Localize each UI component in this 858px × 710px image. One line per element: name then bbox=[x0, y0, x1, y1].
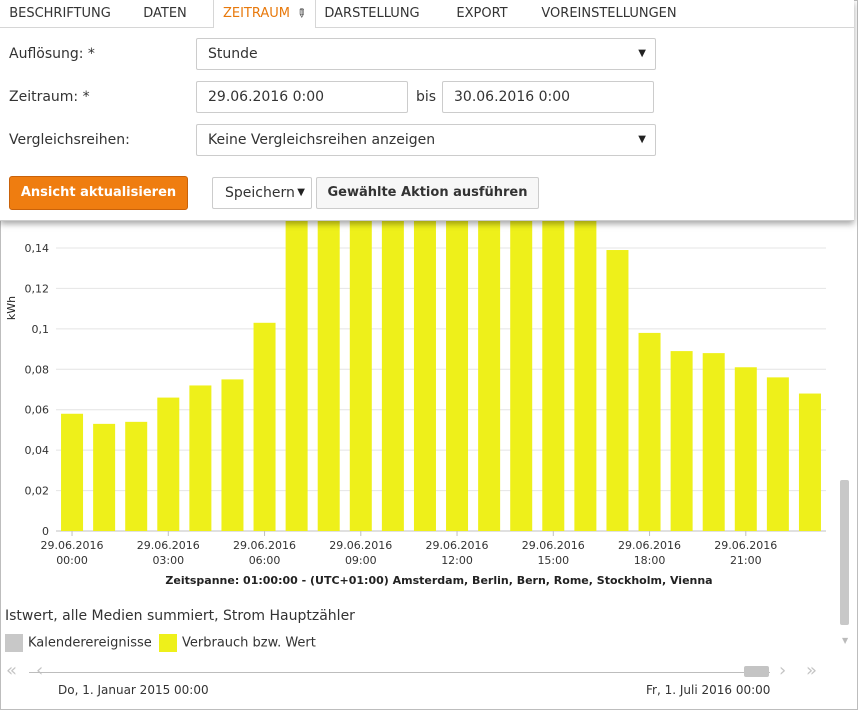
navigator-track bbox=[29, 672, 770, 673]
chevron-down-icon: ▼ bbox=[638, 134, 646, 145]
vertical-scrollbar[interactable] bbox=[840, 480, 849, 625]
x-tick-date-label: 29.06.2016 bbox=[522, 539, 585, 552]
zeitraum-from-input[interactable]: 29.06.2016 0:00 bbox=[196, 81, 408, 113]
bar-22:00[interactable] bbox=[766, 377, 789, 531]
bar-04:00[interactable] bbox=[189, 385, 212, 531]
save-action-select[interactable]: Speichern ▼ bbox=[212, 177, 312, 209]
pin-icon: ✎ bbox=[292, 4, 310, 22]
settings-panel: BESCHRIFTUNG DATEN ZEITRAUM ✎ DARSTELLUNG… bbox=[0, 0, 854, 221]
aufloesung-select[interactable]: Stunde ▼ bbox=[196, 38, 656, 70]
double-chevron-right-icon[interactable]: » bbox=[806, 660, 817, 681]
bar-08:00[interactable] bbox=[317, 207, 340, 532]
x-tick-time-label: 21:00 bbox=[730, 554, 762, 567]
bar-12:00[interactable] bbox=[446, 207, 469, 532]
x-tick-date-label: 29.06.2016 bbox=[137, 539, 200, 552]
chevron-down-icon: ▼ bbox=[297, 187, 305, 198]
tab-zeitraum[interactable]: ZEITRAUM ✎ bbox=[213, 0, 316, 28]
zeitraum-from-value: 29.06.2016 0:00 bbox=[208, 89, 325, 105]
bar-03:00[interactable] bbox=[157, 397, 180, 531]
aufloesung-value: Stunde bbox=[208, 46, 258, 62]
save-action-value: Speichern bbox=[225, 185, 295, 201]
bar-06:00[interactable] bbox=[253, 322, 276, 531]
y-tick-label: 0,14 bbox=[25, 242, 50, 255]
double-chevron-left-icon[interactable]: « bbox=[6, 660, 17, 681]
x-tick-date-label: 29.06.2016 bbox=[426, 539, 489, 552]
chevron-right-icon[interactable]: › bbox=[779, 660, 786, 681]
bar-14:00[interactable] bbox=[510, 207, 533, 532]
y-tick-label: 0,08 bbox=[25, 363, 50, 376]
zeitraum-label: Zeitraum: * bbox=[9, 89, 90, 105]
vergleich-select[interactable]: Keine Vergleichsreihen anzeigen ▼ bbox=[196, 124, 656, 156]
y-tick-label: 0 bbox=[42, 525, 49, 538]
x-axis-title: Zeitspanne: 01:00:00 - (UTC+01:00) Amste… bbox=[165, 574, 712, 587]
bar-10:00[interactable] bbox=[381, 207, 404, 532]
navigator-end-date: Fr, 1. Juli 2016 00:00 bbox=[646, 683, 771, 697]
x-tick-time-label: 18:00 bbox=[634, 554, 666, 567]
bar-09:00[interactable] bbox=[349, 207, 372, 532]
bar-00:00[interactable] bbox=[61, 413, 84, 531]
legend-item-kalender[interactable]: Kalenderereignisse bbox=[5, 634, 152, 652]
y-tick-label: 0,12 bbox=[25, 282, 50, 295]
legend-label: Verbrauch bzw. Wert bbox=[182, 635, 316, 651]
x-tick-time-label: 12:00 bbox=[441, 554, 473, 567]
bis-label: bis bbox=[416, 89, 437, 105]
bar-19:00[interactable] bbox=[670, 351, 693, 531]
tab-beschriftung[interactable]: BESCHRIFTUNG bbox=[0, 0, 120, 27]
tab-voreinstellungen[interactable]: VOREINSTELLUNGEN bbox=[534, 0, 684, 27]
zeitraum-to-value: 30.06.2016 0:00 bbox=[454, 89, 571, 105]
y-tick-label: 0,06 bbox=[25, 404, 50, 417]
aufloesung-label: Auflösung: * bbox=[9, 46, 95, 62]
chevron-down-icon: ▼ bbox=[638, 48, 646, 59]
vergleich-label: Vergleichsreihen: bbox=[9, 132, 130, 148]
bar-07:00[interactable] bbox=[285, 207, 308, 532]
x-tick-date-label: 29.06.2016 bbox=[233, 539, 296, 552]
bar-23:00[interactable] bbox=[798, 393, 821, 531]
legend-swatch bbox=[5, 634, 23, 652]
x-tick-date-label: 29.06.2016 bbox=[41, 539, 104, 552]
x-tick-time-label: 06:00 bbox=[249, 554, 281, 567]
legend-label: Kalenderereignisse bbox=[28, 635, 152, 651]
refresh-view-button[interactable]: Ansicht aktualisieren bbox=[9, 176, 188, 210]
x-tick-time-label: 09:00 bbox=[345, 554, 377, 567]
bar-11:00[interactable] bbox=[413, 207, 436, 532]
bar-21:00[interactable] bbox=[734, 367, 757, 531]
scroll-down-icon[interactable]: ▼ bbox=[842, 636, 848, 645]
bar-01:00[interactable] bbox=[93, 423, 116, 531]
x-tick-date-label: 29.06.2016 bbox=[329, 539, 392, 552]
legend-item-verbrauch[interactable]: Verbrauch bzw. Wert bbox=[159, 634, 316, 652]
y-axis-title: kWh bbox=[5, 296, 18, 320]
tab-export[interactable]: EXPORT bbox=[430, 0, 534, 27]
x-tick-time-label: 15:00 bbox=[537, 554, 569, 567]
legend-title: Istwert, alle Medien summiert, Strom Hau… bbox=[5, 608, 355, 624]
x-tick-time-label: 03:00 bbox=[152, 554, 184, 567]
zeitraum-to-input[interactable]: 30.06.2016 0:00 bbox=[442, 81, 654, 113]
legend-swatch bbox=[159, 634, 177, 652]
chevron-left-icon[interactable]: ‹ bbox=[36, 660, 43, 681]
bar-18:00[interactable] bbox=[638, 332, 661, 531]
x-tick-time-label: 00:00 bbox=[56, 554, 88, 567]
tab-bar: BESCHRIFTUNG DATEN ZEITRAUM ✎ DARSTELLUNG… bbox=[0, 0, 854, 28]
bar-17:00[interactable] bbox=[606, 250, 629, 531]
tab-daten[interactable]: DATEN bbox=[120, 0, 210, 27]
bar-20:00[interactable] bbox=[702, 353, 725, 531]
vergleich-value: Keine Vergleichsreihen anzeigen bbox=[208, 132, 436, 148]
x-tick-date-label: 29.06.2016 bbox=[618, 539, 681, 552]
execute-action-button[interactable]: Gewählte Aktion ausführen bbox=[316, 177, 539, 209]
x-tick-date-label: 29.06.2016 bbox=[714, 539, 777, 552]
navigator-start-date: Do, 1. Januar 2015 00:00 bbox=[58, 683, 209, 697]
bar-13:00[interactable] bbox=[478, 207, 501, 532]
bar-02:00[interactable] bbox=[125, 421, 148, 531]
bar-05:00[interactable] bbox=[221, 379, 244, 531]
navigator-handle[interactable] bbox=[744, 666, 769, 677]
bar-16:00[interactable] bbox=[574, 207, 597, 532]
y-tick-label: 0,04 bbox=[25, 444, 50, 457]
y-tick-label: 0,1 bbox=[32, 323, 50, 336]
tab-darstellung[interactable]: DARSTELLUNG bbox=[314, 0, 430, 27]
tab-zeitraum-label: ZEITRAUM bbox=[222, 6, 290, 21]
bar-15:00[interactable] bbox=[542, 207, 565, 532]
y-tick-label: 0,02 bbox=[25, 485, 50, 498]
